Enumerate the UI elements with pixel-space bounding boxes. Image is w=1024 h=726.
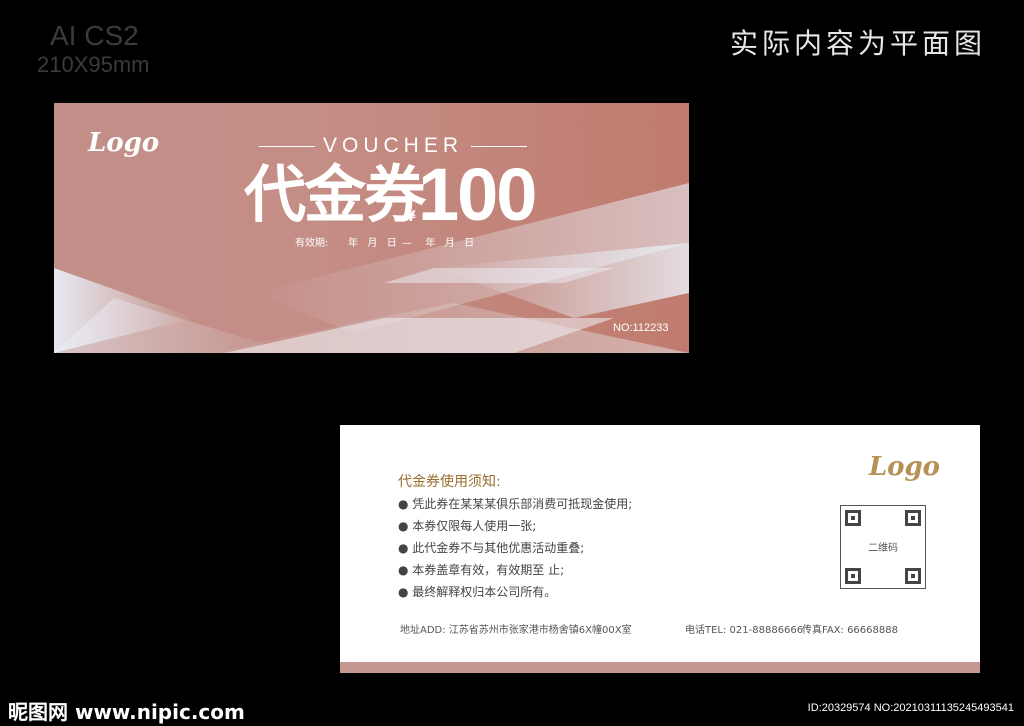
front-logo: Logo — [88, 128, 160, 158]
voucher-back: Logo 代金券使用须知: ● 凭此券在某某某俱乐部消费可抵现金使用; ● 本券… — [340, 425, 980, 673]
voucher-front: Logo VOUCHER 代金券 ¥ 100 有效期: 年 月 日 — 年 月 … — [54, 103, 689, 353]
divider-right — [471, 146, 527, 147]
software-version-label: AI CS2 — [50, 20, 139, 51]
qr-label: 二维码 — [868, 543, 898, 554]
validity-label: 有效期: — [295, 238, 329, 249]
usage-rules-title: 代金券使用须知: — [398, 474, 501, 490]
voucher-amount: 100 — [418, 153, 537, 236]
rule-item: ● 凭此券在某某某俱乐部消费可抵现金使用; — [398, 497, 633, 511]
voucher-title: 代金券 — [244, 158, 426, 231]
rule-item: ● 本券盖章有效，有效期至 止; — [398, 563, 565, 577]
watermark-site: 昵图网 www.nipic.com — [8, 700, 245, 724]
back-logo: Logo — [868, 452, 940, 482]
qr-finder-icon — [905, 510, 921, 526]
currency-symbol: ¥ — [406, 209, 416, 225]
rule-item: ● 此代金券不与其他优惠活动重叠; — [398, 541, 585, 555]
rule-item: ● 最终解释权归本公司所有。 — [398, 585, 557, 599]
rule-item: ● 本券仅限每人使用一张; — [398, 519, 537, 533]
address: 地址ADD: 江苏省苏州市张家港市杨舍镇6X幢00X室 — [400, 625, 632, 636]
qr-finder-icon — [845, 510, 861, 526]
bottom-accent-bar — [340, 662, 980, 673]
size-label: 210X95mm — [37, 52, 150, 77]
telephone: 电话TEL: 021-88886666 — [685, 625, 804, 636]
qr-finder-icon — [905, 568, 921, 584]
qr-finder-icon — [845, 568, 861, 584]
watermark-id: ID:20329574 NO:20210311135245493541 — [807, 702, 1014, 714]
preview-note: 实际内容为平面图 — [729, 27, 986, 60]
qr-code: 二维码 — [840, 505, 926, 589]
serial-number: NO:112233 — [613, 322, 669, 334]
validity-date: 年 月 日 — 年 月 日 — [348, 238, 476, 249]
fax: 传真FAX: 66668888 — [802, 625, 898, 636]
